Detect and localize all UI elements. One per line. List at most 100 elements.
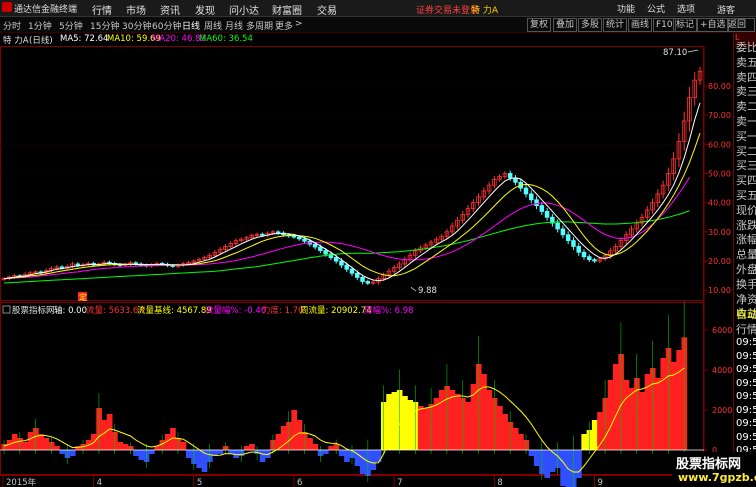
indicator-bar: [180, 442, 187, 450]
price-tick-label: 60.00: [708, 140, 731, 149]
side-panel-item: 净资: [736, 292, 756, 306]
candle-body: [323, 250, 328, 255]
watermark: 股票指标网 www.7gpzb.com: [672, 452, 756, 487]
candle-body: [539, 205, 545, 212]
tick-time: 09:51: [736, 337, 756, 348]
indicator-bar: [375, 450, 382, 462]
side-panel-item: 买二: [736, 144, 756, 158]
side-panel-item: 换手: [736, 277, 756, 291]
candle-body: [576, 246, 581, 253]
indicator-amp: 流量幅%: -0.46: [205, 305, 266, 316]
indicator-bar: [560, 450, 566, 486]
line-ma10: [3, 133, 701, 280]
tick-time: 09:51: [736, 364, 756, 375]
indicator-bar: [217, 450, 224, 454]
side-panel-auto[interactable]: 自动: [736, 306, 756, 322]
indicator-bar: [439, 390, 445, 450]
indicator-bar: [291, 410, 298, 450]
indicator-name[interactable]: 股票指标网: [12, 305, 55, 316]
indicator-bar: [249, 444, 255, 450]
indicator-bar: [391, 392, 398, 450]
kline-chart[interactable]: 80.00 70.00 60.00 50.00 40.00 30.00 20.00 10.00…: [0, 0, 733, 487]
indicator-bar: [502, 414, 508, 450]
time-tick-label: 2015年: [6, 477, 37, 487]
indicator-bar: [38, 434, 44, 450]
price-tick-label: 80.00: [708, 82, 731, 91]
candle-body: [360, 277, 365, 282]
side-panel-item: 外盘: [736, 263, 756, 276]
price-axis: 80.00 70.00 60.00 50.00 40.00 30.00 20.00 10.00: [704, 82, 731, 295]
candle-body: [75, 263, 81, 266]
indicator-bar: [312, 444, 319, 450]
indicator-bar: [328, 446, 334, 450]
line-ma60: [3, 210, 690, 284]
candle-body: [260, 233, 265, 236]
candle-body: [565, 234, 571, 242]
candle-body: [587, 256, 592, 260]
indicator-bar: [528, 450, 535, 456]
watermark-title: 股票指标网: [676, 457, 742, 472]
indicator-bar: [512, 428, 519, 450]
side-panel-item: 买四: [736, 174, 756, 188]
indicator-tick-label: 4000: [712, 366, 732, 375]
indicator-bar: [101, 420, 108, 450]
candle-body: [507, 173, 513, 179]
indicator-bar: [149, 450, 155, 454]
time-tick-label: 4: [97, 478, 102, 487]
indicator-bar: [423, 408, 429, 450]
candle-body: [297, 236, 302, 240]
candle-body: [529, 193, 534, 201]
indicator-bar: [344, 450, 350, 462]
marker-label: 定: [79, 292, 87, 302]
tick-time: 09:53: [736, 431, 756, 443]
candles: [1, 66, 703, 286]
indicator-bar: [449, 390, 456, 450]
side-panel-item: 涨幅: [736, 233, 756, 247]
candle-body: [544, 211, 550, 218]
indicator-bar: [117, 442, 124, 450]
indicator-bar: [307, 438, 313, 450]
indicator-bar: [628, 388, 635, 450]
time-axis: 2015年45678910: [2, 475, 698, 487]
side-panel-item: 委比: [736, 41, 756, 54]
candle-body: [523, 187, 529, 195]
candle-body: [318, 246, 323, 251]
indicator-bar: [544, 450, 551, 478]
indicator-bar: [22, 442, 29, 450]
candle-body: [592, 259, 597, 262]
indicator-bar: [138, 450, 145, 460]
indicator-bars: [1, 301, 688, 487]
indicator-bar: [323, 450, 329, 454]
indicator-bar: [655, 378, 661, 450]
indicator-tick-label: 2000: [712, 406, 732, 415]
side-panel-item: 卖五: [736, 55, 756, 69]
tick-time: 09:51: [736, 350, 756, 362]
side-panel-item: 卖三: [736, 85, 756, 99]
watermark-url: www.7gpzb.com: [678, 471, 756, 484]
candle-body: [349, 268, 355, 274]
candle-body: [312, 243, 318, 248]
price-tick-label: 70.00: [708, 111, 731, 120]
side-panel-quote[interactable]: 行情: [736, 321, 756, 337]
indicator-bar: [359, 450, 366, 474]
indicator-force: 力度: 1.70: [262, 305, 304, 316]
time-tick-label: 5: [197, 478, 202, 487]
indicator-bar: [639, 392, 646, 450]
indicator-bar: [185, 450, 192, 458]
candle-body: [339, 260, 344, 266]
high-price-label: 87.10: [663, 48, 687, 58]
indicator-flow: 流量: 5633.67: [86, 305, 144, 316]
time-tick-label: 7: [397, 478, 402, 487]
indicator-bar: [106, 414, 113, 450]
indicator-bar: [607, 380, 614, 450]
quote-side-panel: L 委比 卖五 卖四 卖三 卖二 卖一 买一 买二 买三 买四 买五 现价 涨跌 涨幅 总量 外盘 换手 净资 收益…: [733, 33, 756, 487]
indicator-axis: 6000400020000: [704, 326, 732, 455]
indicator-bar: [402, 396, 408, 450]
indicator-settings-icon[interactable]: [2, 305, 11, 314]
candle-body: [333, 257, 339, 262]
indicator-bar: [43, 438, 50, 450]
indicator-bar: [613, 364, 619, 450]
indicator-base: 流量基线: 4567.89: [137, 305, 212, 316]
candle-body: [344, 264, 349, 270]
side-panel-item: 涨跌: [736, 218, 756, 232]
